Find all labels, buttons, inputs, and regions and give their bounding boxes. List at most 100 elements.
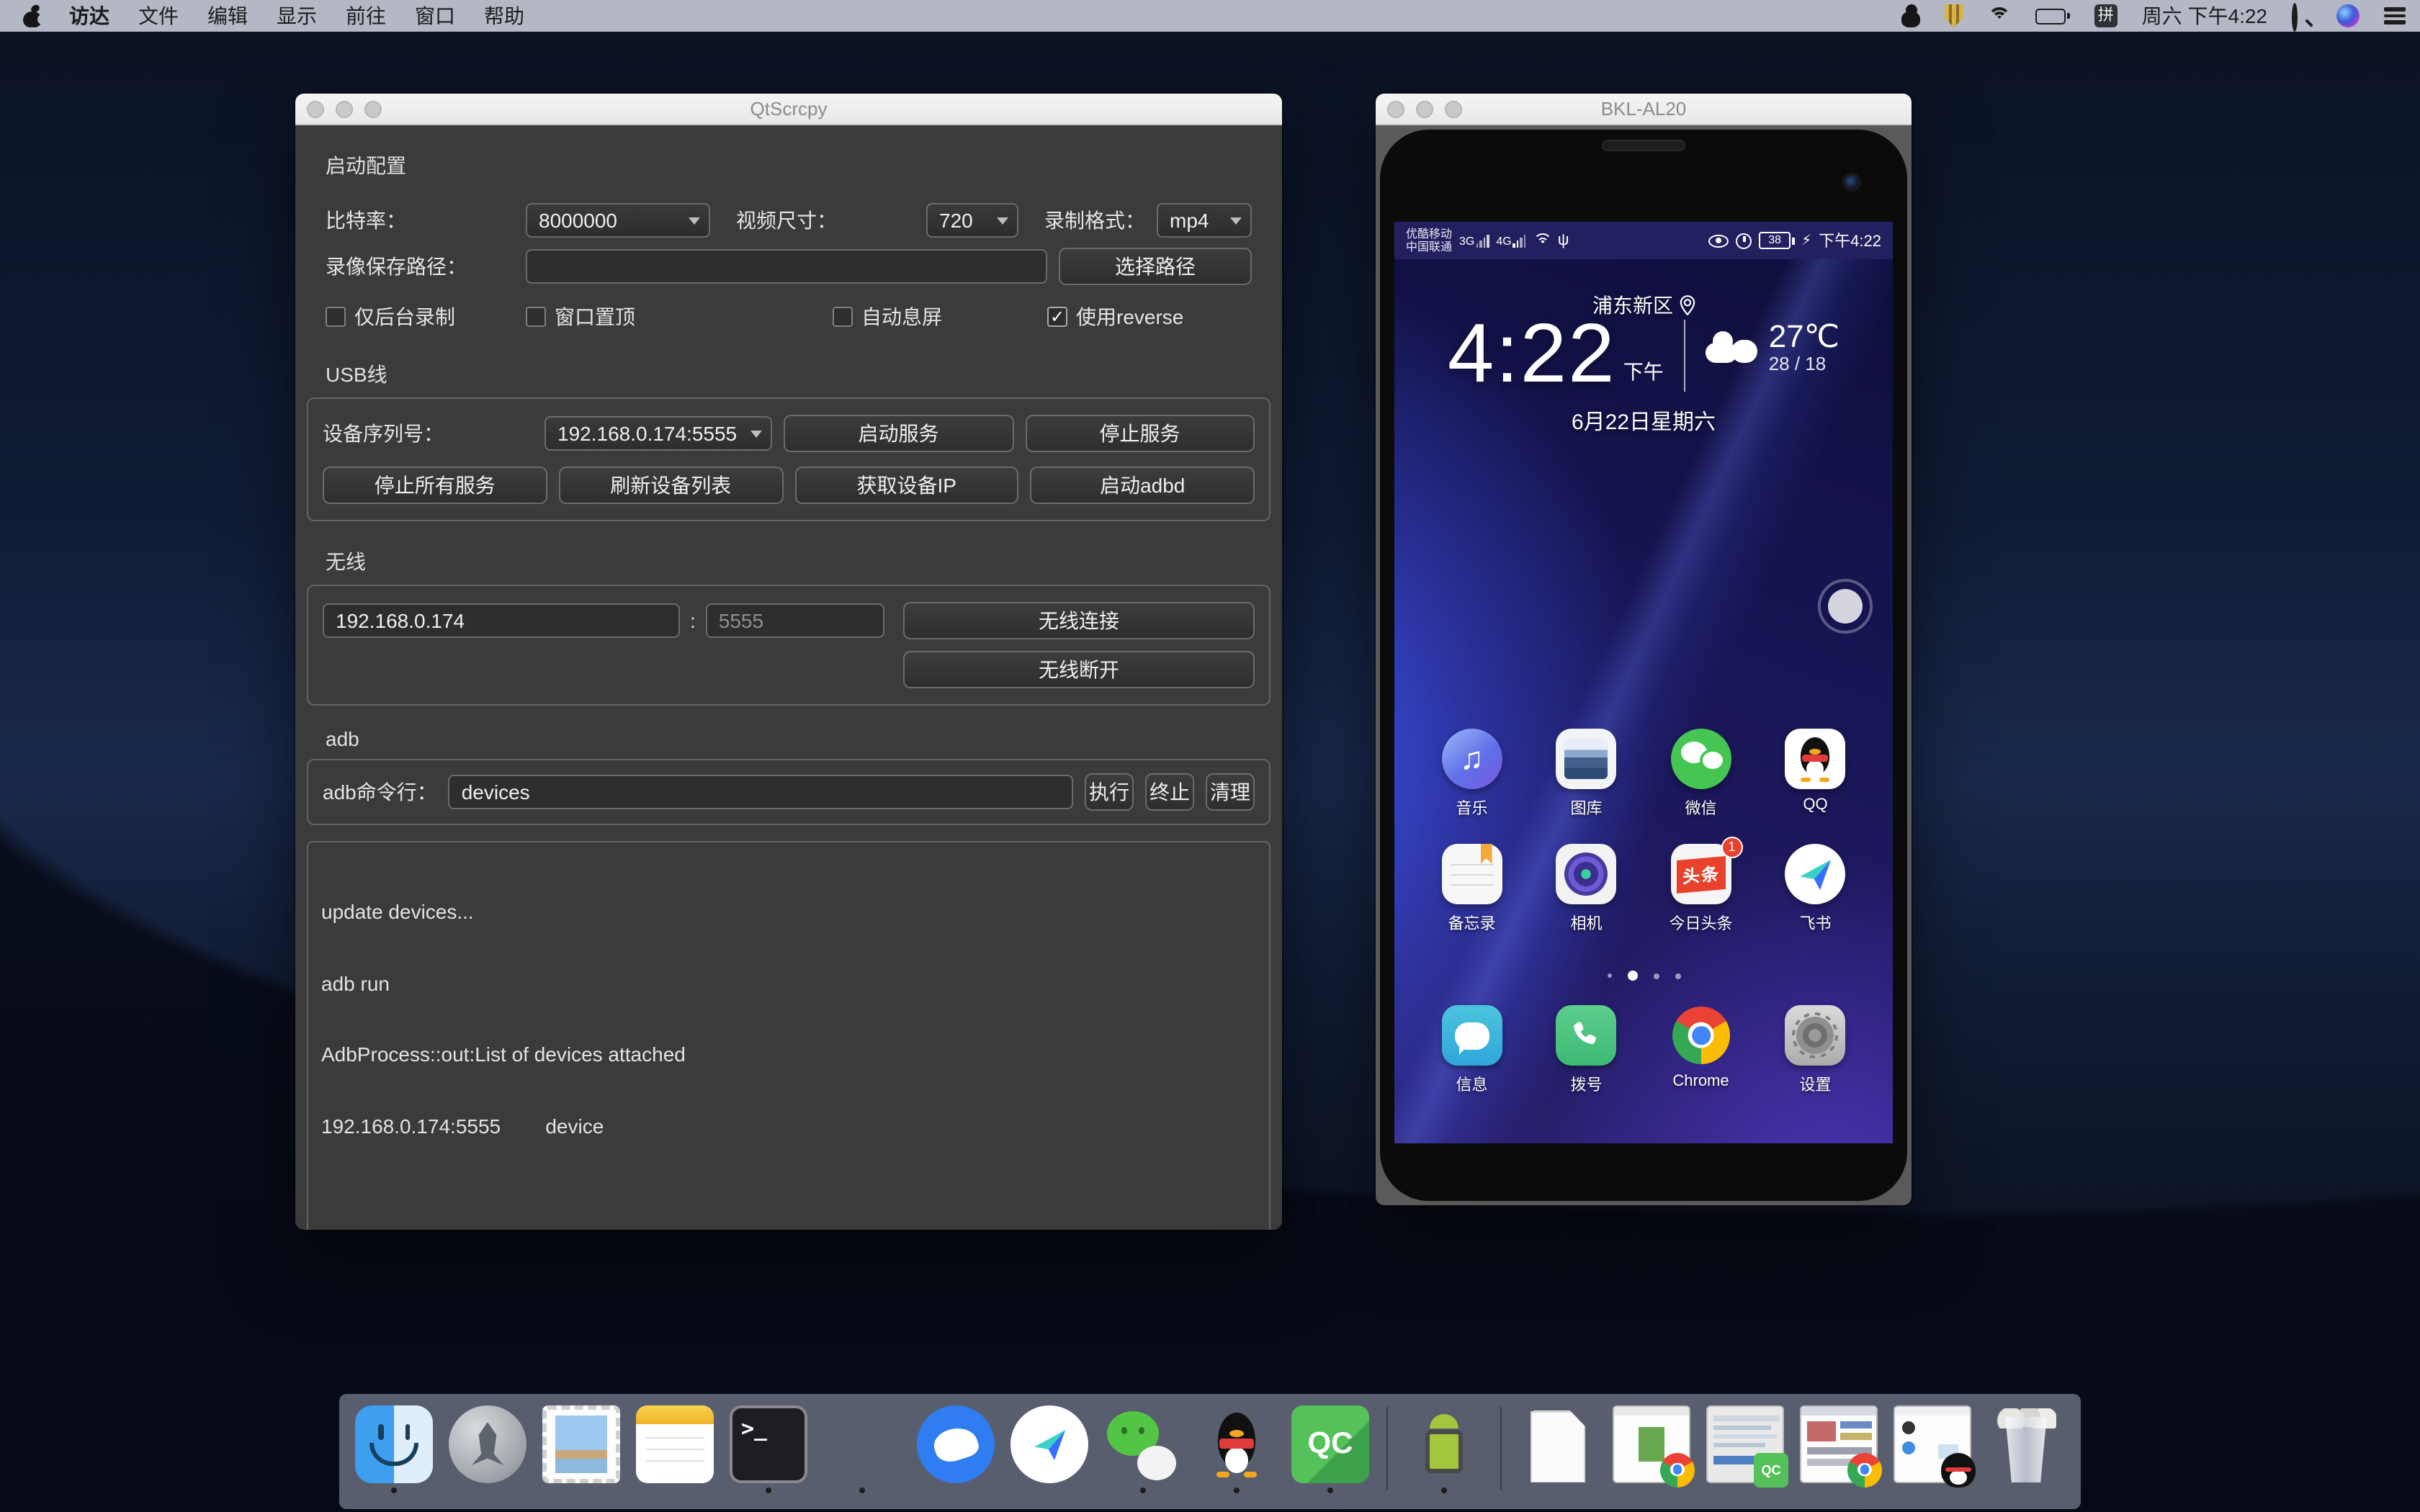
battery-icon[interactable] bbox=[2035, 8, 2070, 24]
qq-statusbar-icon[interactable] bbox=[1901, 4, 1920, 27]
menu-go[interactable]: 前往 bbox=[331, 0, 400, 32]
dock-launchpad[interactable] bbox=[444, 1405, 531, 1493]
zoom-button[interactable] bbox=[364, 100, 382, 117]
dock-seal-app[interactable] bbox=[913, 1405, 999, 1493]
dock-documents-stack[interactable] bbox=[1515, 1405, 1601, 1493]
dock-qtcreator[interactable]: QC bbox=[1287, 1405, 1373, 1493]
app-feishu[interactable]: 飞书 bbox=[1765, 844, 1866, 935]
adb-terminate-button[interactable]: 终止 bbox=[1145, 773, 1194, 811]
phone-window-titlebar[interactable]: BKL-AL20 bbox=[1376, 94, 1912, 125]
zoom-button[interactable] bbox=[1445, 100, 1462, 117]
start-service-button[interactable]: 启动服务 bbox=[784, 415, 1013, 452]
dock-wechat[interactable] bbox=[1100, 1405, 1186, 1493]
notification-center-icon[interactable] bbox=[2384, 8, 2406, 24]
adb-clear-button[interactable]: 清理 bbox=[1206, 773, 1255, 811]
serial-select[interactable]: 192.168.0.174:5555 bbox=[544, 416, 772, 451]
dock-minimized-qq-window[interactable] bbox=[1889, 1405, 1976, 1493]
app-grid-row-1: ♫ 音乐 图库 微信 bbox=[1394, 729, 1893, 819]
assistive-touch-ball[interactable] bbox=[1818, 579, 1873, 634]
app-chrome[interactable]: Chrome bbox=[1651, 1005, 1752, 1096]
siri-icon[interactable] bbox=[2336, 4, 2360, 27]
record-format-select[interactable]: mp4 bbox=[1157, 203, 1252, 238]
wireless-disconnect-button[interactable]: 无线断开 bbox=[903, 651, 1255, 688]
adb-cmd-input[interactable]: devices bbox=[449, 775, 1073, 809]
dock-terminal[interactable]: >_ bbox=[725, 1405, 812, 1493]
record-format-label: 录制格式： bbox=[1044, 206, 1145, 235]
minimized-window-thumbnail bbox=[1894, 1405, 1971, 1482]
minimize-button[interactable] bbox=[1416, 100, 1433, 117]
dock-trash[interactable] bbox=[1983, 1405, 2069, 1493]
wireless-port-input[interactable]: 5555 bbox=[706, 603, 884, 638]
apple-menu-icon[interactable] bbox=[23, 5, 43, 27]
stop-all-services-button[interactable]: 停止所有服务 bbox=[323, 467, 547, 504]
home-page-dots[interactable] bbox=[1394, 971, 1893, 981]
dock-chrome[interactable] bbox=[819, 1405, 905, 1493]
home-clock-widget[interactable]: 4:22 下午 27℃ 28 / 18 bbox=[1394, 314, 1893, 395]
app-messages[interactable]: 信息 bbox=[1422, 1005, 1523, 1096]
app-dialer[interactable]: 拨号 bbox=[1536, 1005, 1637, 1096]
stop-service-button[interactable]: 停止服务 bbox=[1025, 415, 1255, 452]
refresh-device-list-button[interactable]: 刷新设备列表 bbox=[559, 467, 784, 504]
app-wechat[interactable]: 微信 bbox=[1651, 729, 1752, 819]
console-line: AdbProcess::out:List of devices attached bbox=[321, 1043, 1256, 1066]
wireless-connect-button[interactable]: 无线连接 bbox=[903, 602, 1255, 639]
app-label: 微信 bbox=[1685, 796, 1717, 819]
menu-window[interactable]: 窗口 bbox=[400, 0, 470, 32]
choose-path-button[interactable]: 选择路径 bbox=[1059, 248, 1252, 285]
dock-finder[interactable] bbox=[351, 1405, 437, 1493]
close-button[interactable] bbox=[307, 100, 324, 117]
phone-screen[interactable]: 优酷移动 中国联通 3G 4G ψ bbox=[1394, 222, 1893, 1143]
app-music[interactable]: ♫ 音乐 bbox=[1422, 729, 1523, 819]
status-bar-time: 下午4:22 bbox=[1819, 229, 1881, 252]
weather-widget[interactable]: 27℃ 28 / 18 bbox=[1706, 320, 1839, 375]
spotlight-search-icon[interactable] bbox=[2292, 6, 2312, 26]
app-notes[interactable]: 备忘录 bbox=[1422, 844, 1523, 935]
dock-minimized-chrome-window[interactable] bbox=[1608, 1405, 1695, 1493]
checkbox-always-on-top[interactable]: 窗口置顶 bbox=[526, 302, 833, 331]
dock-minimized-qtcreator-window[interactable]: QC bbox=[1702, 1405, 1788, 1493]
checkbox-label: 使用reverse bbox=[1076, 302, 1183, 331]
minimize-button[interactable] bbox=[336, 100, 353, 117]
menu-view[interactable]: 显示 bbox=[262, 0, 331, 32]
dock-qq[interactable] bbox=[1193, 1405, 1280, 1493]
dock-mail[interactable] bbox=[538, 1405, 624, 1493]
phone-window-body: 优酷移动 中国联通 3G 4G ψ bbox=[1376, 125, 1912, 1205]
wifi-icon[interactable] bbox=[1988, 7, 2011, 24]
bitrate-select[interactable]: 8000000 bbox=[526, 203, 710, 238]
dock-feishu[interactable] bbox=[1006, 1405, 1093, 1493]
menu-edit[interactable]: 编辑 bbox=[193, 0, 262, 32]
menu-help[interactable]: 帮助 bbox=[470, 0, 539, 32]
dock-notes[interactable] bbox=[632, 1405, 718, 1493]
home-date[interactable]: 6月22日星期六 bbox=[1394, 406, 1893, 436]
input-method-icon[interactable]: 拼 bbox=[2094, 4, 2118, 27]
shield-icon[interactable] bbox=[1945, 4, 1963, 27]
app-camera[interactable]: 相机 bbox=[1536, 844, 1637, 935]
carrier-line2: 中国联通 bbox=[1406, 240, 1452, 253]
record-path-input[interactable] bbox=[526, 249, 1047, 284]
app-toutiao[interactable]: 头条 1 今日头条 bbox=[1651, 844, 1752, 935]
checkbox-auto-screen-off[interactable]: 自动息屏 bbox=[833, 302, 1047, 331]
video-size-select[interactable]: 720 bbox=[926, 203, 1018, 238]
start-adbd-button[interactable]: 启动adbd bbox=[1031, 467, 1255, 504]
adb-execute-button[interactable]: 执行 bbox=[1085, 773, 1134, 811]
menu-finder[interactable]: 访达 bbox=[55, 0, 124, 32]
menu-file[interactable]: 文件 bbox=[124, 0, 193, 32]
dock-minimized-chrome-window-2[interactable] bbox=[1796, 1405, 1882, 1493]
app-gallery[interactable]: 图库 bbox=[1536, 729, 1637, 819]
console-line: update devices... bbox=[321, 900, 1256, 924]
checkbox-use-reverse[interactable]: ✓ 使用reverse bbox=[1047, 302, 1183, 331]
menu-bar-clock[interactable]: 周六 下午4:22 bbox=[2142, 1, 2267, 30]
close-button[interactable] bbox=[1387, 100, 1404, 117]
checkbox-background-record[interactable]: 仅后台录制 bbox=[326, 302, 526, 331]
running-indicator bbox=[859, 1487, 865, 1493]
app-settings[interactable]: 设置 bbox=[1765, 1005, 1866, 1096]
get-device-ip-button[interactable]: 获取设备IP bbox=[794, 467, 1019, 504]
qtscrcpy-titlebar[interactable]: QtScrcpy bbox=[295, 94, 1282, 125]
adb-console-output[interactable]: update devices... adb run AdbProcess::ou… bbox=[307, 841, 1270, 1230]
qtcreator-badge-icon: QC bbox=[1754, 1452, 1788, 1487]
signal-bars-icon bbox=[1513, 234, 1526, 247]
dock-scrcpy-android[interactable] bbox=[1401, 1405, 1487, 1493]
app-qq[interactable]: QQ bbox=[1765, 729, 1866, 819]
wireless-ip-input[interactable]: 192.168.0.174 bbox=[323, 603, 680, 638]
checkbox-box bbox=[526, 307, 546, 327]
